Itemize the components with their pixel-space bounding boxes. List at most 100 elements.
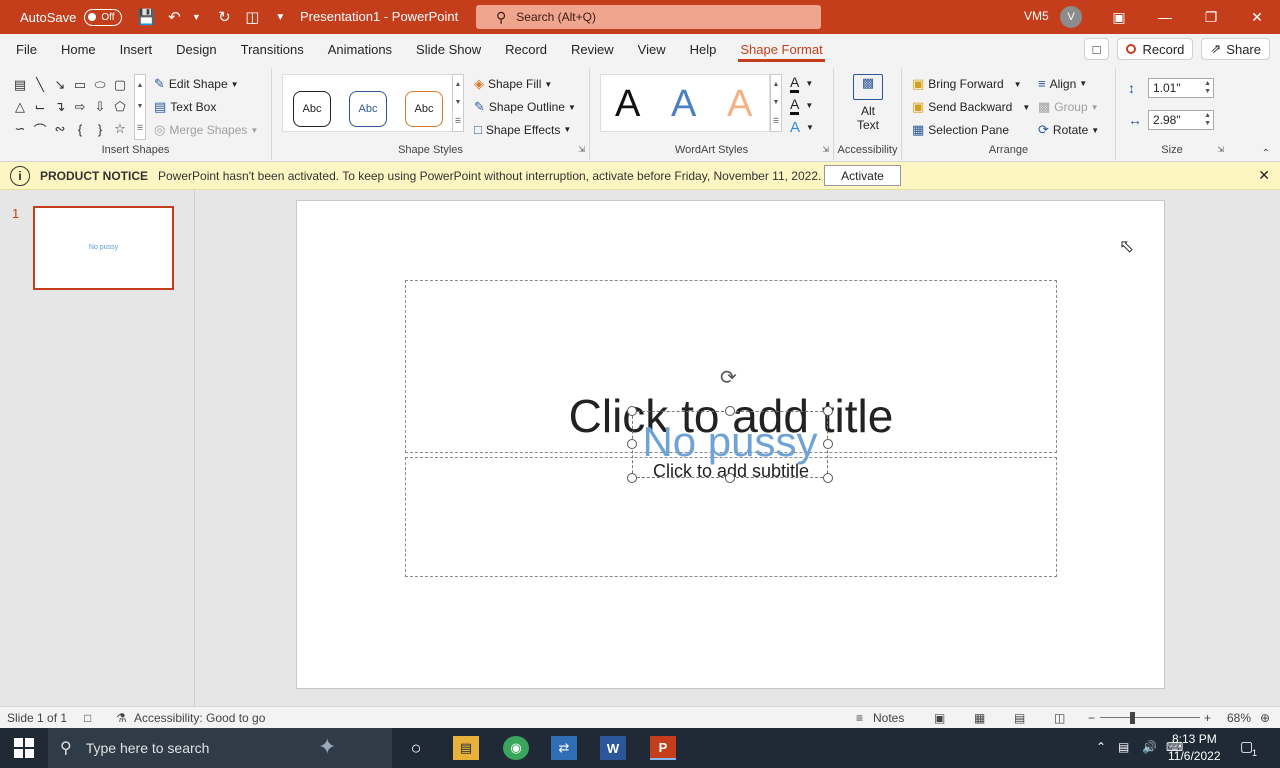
rotate-button[interactable]: ⟳ Rotate ▼ bbox=[1038, 122, 1099, 138]
wordart-scroll[interactable]: ▲ ▼ ☰ bbox=[770, 74, 782, 132]
wordart-style-black[interactable]: A bbox=[615, 83, 640, 126]
resize-handle-tr[interactable] bbox=[823, 406, 833, 416]
text-fill-button[interactable]: A ▼ bbox=[790, 74, 813, 93]
resize-handle-t[interactable] bbox=[725, 406, 735, 416]
pentagon-shape-icon[interactable]: ⬠ bbox=[110, 96, 130, 118]
height-input[interactable]: 1.01" ▲ ▼ bbox=[1148, 78, 1214, 98]
resize-handle-r[interactable] bbox=[823, 439, 833, 449]
rounded-rect-shape-icon[interactable]: ▢ bbox=[110, 74, 130, 96]
spelling-icon[interactable]: □ bbox=[84, 711, 91, 725]
reading-view-icon[interactable]: ▤ bbox=[1014, 711, 1025, 725]
arrow-line-shape-icon[interactable]: ↘ bbox=[50, 74, 70, 96]
align-button[interactable]: ≡ Align ▼ bbox=[1038, 76, 1087, 91]
wordart-gallery[interactable]: A A A bbox=[600, 74, 770, 132]
close-icon[interactable]: ✕ bbox=[1234, 0, 1280, 34]
customize-toolbar-icon[interactable]: ▼ bbox=[270, 7, 290, 27]
width-spinner[interactable]: ▲ ▼ bbox=[1204, 112, 1211, 128]
shape-outline-button[interactable]: ✎ Shape Outline ▼ bbox=[474, 99, 576, 115]
slide-canvas[interactable]: Click to add title Click to add subtitle… bbox=[296, 200, 1165, 689]
save-icon[interactable]: 💾 bbox=[136, 7, 156, 27]
network-icon[interactable]: ▤ bbox=[1118, 740, 1129, 754]
textbox-shape-icon[interactable]: ▤ bbox=[10, 74, 30, 96]
resize-handle-l[interactable] bbox=[627, 439, 637, 449]
tab-slide-show[interactable]: Slide Show bbox=[404, 34, 493, 64]
tab-animations[interactable]: Animations bbox=[316, 34, 404, 64]
avatar[interactable]: V bbox=[1060, 6, 1082, 28]
clock-date[interactable]: 11/6/2022 bbox=[1168, 749, 1221, 763]
bring-forward-button[interactable]: ▣ Bring Forward ▼ bbox=[912, 76, 1022, 92]
elbow-arrow-icon[interactable]: ↴ bbox=[50, 96, 70, 118]
right-arrow-shape-icon[interactable]: ⇨ bbox=[70, 96, 90, 118]
show-hidden-icons[interactable]: ⌃ bbox=[1096, 740, 1106, 754]
send-backward-button[interactable]: ▣ Send Backward ▼ bbox=[912, 99, 1030, 115]
shape-style-black[interactable]: Abc bbox=[293, 91, 331, 127]
merge-shapes-button[interactable]: ◎ Merge Shapes ▼ bbox=[154, 122, 258, 138]
accessibility-status[interactable]: Accessibility: Good to go bbox=[134, 711, 265, 725]
width-input[interactable]: 2.98" ▲ ▼ bbox=[1148, 110, 1214, 130]
redo-icon[interactable]: ↻ bbox=[214, 7, 234, 27]
windows-start-icon[interactable] bbox=[14, 738, 34, 758]
left-brace-icon[interactable]: { bbox=[70, 118, 90, 140]
resize-handle-b[interactable] bbox=[725, 473, 735, 483]
search-box[interactable]: ⚲ Search (Alt+Q) bbox=[476, 5, 821, 29]
slide-thumbnail[interactable]: No pussy bbox=[33, 206, 174, 290]
clock-time[interactable]: 8:13 PM bbox=[1172, 732, 1217, 746]
tab-review[interactable]: Review bbox=[559, 34, 626, 64]
tab-insert[interactable]: Insert bbox=[108, 34, 165, 64]
slide-sorter-icon[interactable]: ▦ bbox=[974, 711, 985, 725]
shape-fill-button[interactable]: ◈ Shape Fill ▼ bbox=[474, 76, 552, 92]
present-icon[interactable]: ◫ bbox=[242, 7, 262, 27]
right-brace-icon[interactable]: } bbox=[90, 118, 110, 140]
text-outline-button[interactable]: A ▼ bbox=[790, 96, 813, 115]
zoom-slider[interactable] bbox=[1100, 717, 1200, 718]
tab-shape-format[interactable]: Shape Format bbox=[728, 34, 834, 64]
text-box-button[interactable]: ▤ Text Box bbox=[154, 99, 216, 115]
tab-view[interactable]: View bbox=[626, 34, 678, 64]
down-arrow-shape-icon[interactable]: ⇩ bbox=[90, 96, 110, 118]
restore-icon[interactable]: ❐ bbox=[1188, 0, 1234, 34]
rotation-handle-icon[interactable]: ⟳ bbox=[720, 365, 737, 390]
resize-handle-tl[interactable] bbox=[627, 406, 637, 416]
file-explorer-icon[interactable]: ▤ bbox=[453, 736, 479, 760]
normal-view-icon[interactable]: ▣ bbox=[934, 711, 945, 725]
shape-style-orange[interactable]: Abc bbox=[405, 91, 443, 127]
wordart-textbox[interactable]: No pussy bbox=[632, 411, 828, 478]
comments-button[interactable]: □ bbox=[1083, 38, 1110, 60]
chrome-icon[interactable]: ◉ bbox=[503, 736, 529, 760]
shape-style-blue[interactable]: Abc bbox=[349, 91, 387, 127]
freeform-shape-icon[interactable]: ∽ bbox=[10, 118, 30, 140]
ribbon-display-icon[interactable]: ▣ bbox=[1096, 0, 1142, 34]
shapes-scroll[interactable]: ▲ ▼ ☰ bbox=[134, 74, 146, 140]
tab-home[interactable]: Home bbox=[49, 34, 108, 64]
shape-styles-gallery[interactable]: Abc Abc Abc bbox=[282, 74, 454, 132]
shape-effects-button[interactable]: □ Shape Effects ▼ bbox=[474, 122, 571, 137]
word-icon[interactable]: W bbox=[600, 736, 626, 760]
undo-dropdown-icon[interactable]: ▼ bbox=[186, 7, 206, 27]
autosave-toggle[interactable]: Off bbox=[84, 8, 123, 26]
share-button[interactable]: ⇗ Share bbox=[1201, 38, 1270, 60]
elbow-connector-icon[interactable]: ⌙ bbox=[30, 96, 50, 118]
task-view-icon[interactable]: ○ bbox=[403, 736, 429, 760]
zoom-in-icon[interactable]: + bbox=[1204, 711, 1211, 725]
shapes-gallery[interactable]: ▤ ╲ ↘ ▭ ⬭ ▢ △ ⌙ ↴ ⇨ ⇩ ⬠ ∽ ⌒ ∾ { } ☆ bbox=[10, 74, 130, 140]
oval-shape-icon[interactable]: ⬭ bbox=[90, 74, 110, 96]
activate-button[interactable]: Activate bbox=[824, 165, 901, 186]
tab-transitions[interactable]: Transitions bbox=[229, 34, 316, 64]
undo-icon[interactable]: ↶ bbox=[164, 7, 184, 27]
tab-help[interactable]: Help bbox=[678, 34, 729, 64]
fit-slide-icon[interactable]: ⊕ bbox=[1260, 711, 1270, 725]
tab-file[interactable]: File bbox=[0, 34, 49, 64]
remote-desktop-icon[interactable]: ⇄ bbox=[551, 736, 577, 760]
zoom-out-icon[interactable]: − bbox=[1088, 711, 1095, 725]
rectangle-shape-icon[interactable]: ▭ bbox=[70, 74, 90, 96]
star-shape-icon[interactable]: ☆ bbox=[110, 118, 130, 140]
zoom-level[interactable]: 68% bbox=[1227, 711, 1251, 725]
minimize-icon[interactable]: — bbox=[1142, 0, 1188, 34]
slideshow-icon[interactable]: ◫ bbox=[1054, 711, 1065, 725]
triangle-shape-icon[interactable]: △ bbox=[10, 96, 30, 118]
powerpoint-icon[interactable]: P bbox=[650, 736, 676, 760]
edit-shape-button[interactable]: ✎ Edit Shape ▼ bbox=[154, 76, 239, 92]
wordart-style-orange[interactable]: A bbox=[727, 83, 752, 126]
tab-record[interactable]: Record bbox=[493, 34, 559, 64]
height-spinner[interactable]: ▲ ▼ bbox=[1204, 80, 1211, 96]
